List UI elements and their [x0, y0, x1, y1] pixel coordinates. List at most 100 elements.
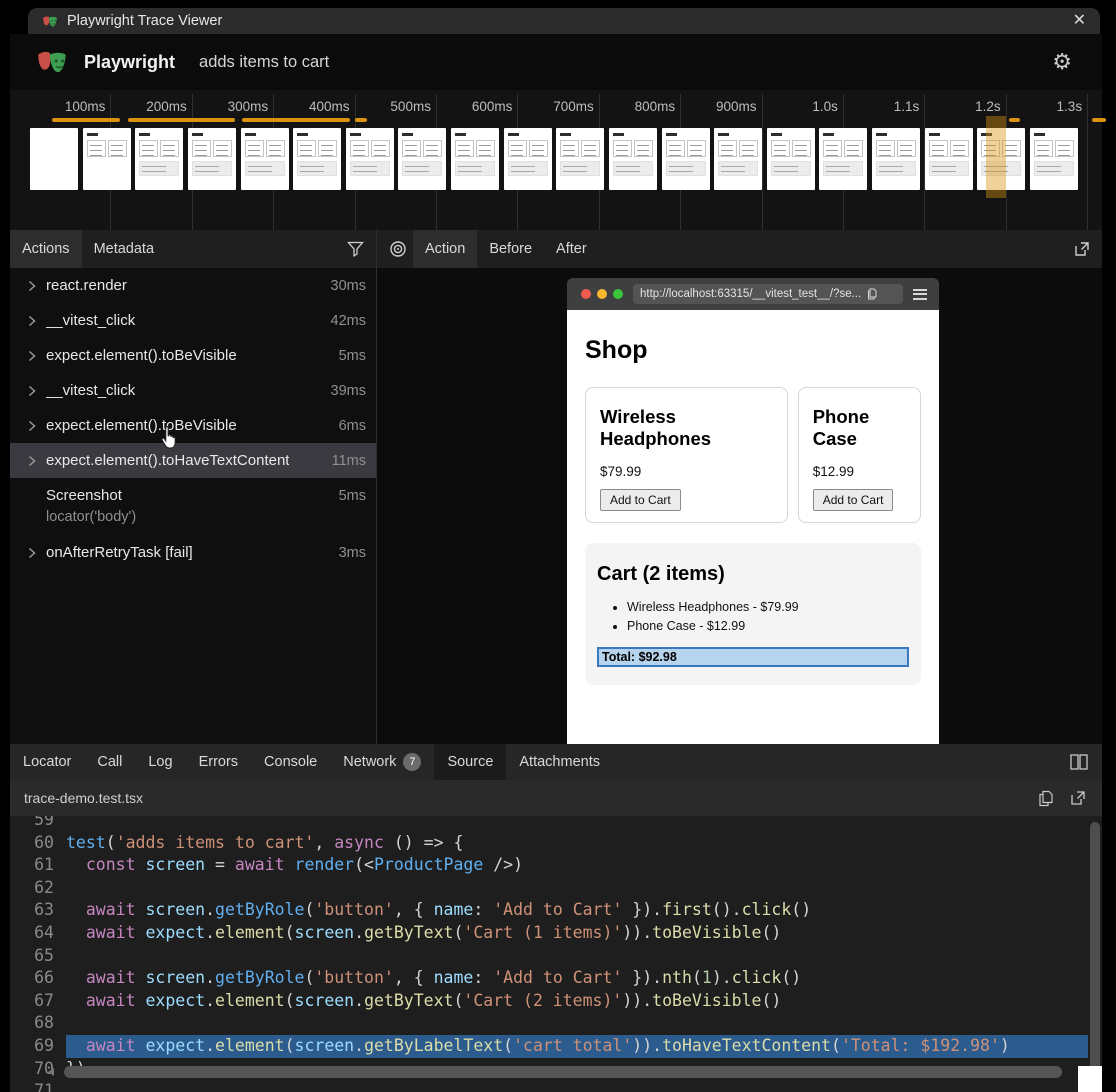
thumbnail-cards — [402, 140, 442, 157]
filmstrip-thumbnail[interactable] — [241, 128, 289, 190]
thumbnail-cart — [350, 161, 390, 176]
thumbnail-heading — [771, 133, 782, 136]
thumbnail-cart — [508, 161, 548, 176]
thumbnail-cards — [876, 140, 916, 157]
action-row[interactable]: __vitest_click39ms — [10, 373, 376, 408]
filmstrip-thumbnail[interactable] — [346, 128, 394, 190]
tab-before[interactable]: Before — [477, 230, 544, 268]
line-number: 59 — [10, 816, 66, 832]
product-price: $12.99 — [813, 464, 906, 479]
add-to-cart-button[interactable]: Add to Cart — [600, 489, 681, 511]
action-row[interactable]: expect.element().toHaveTextContent11ms — [10, 443, 376, 478]
tab-after[interactable]: After — [544, 230, 599, 268]
filmstrip-thumbnail[interactable] — [135, 128, 183, 190]
open-snapshot-external-icon[interactable] — [1074, 241, 1090, 257]
main-split: ActionsMetadata react.render30ms__vitest… — [10, 230, 1102, 744]
tab-network[interactable]: Network7 — [330, 744, 434, 780]
thumbnail-card — [771, 140, 790, 157]
horizontal-scrollbar[interactable] — [54, 1066, 1062, 1078]
timeline[interactable]: 100ms200ms300ms400ms500ms600ms700ms800ms… — [10, 90, 1102, 230]
snapshot-area: http://localhost:63315/__vitest_test__/?… — [377, 268, 1102, 744]
tab-metadata[interactable]: Metadata — [82, 230, 166, 268]
line-number: 71 — [10, 1080, 66, 1092]
thumbnail-heading — [139, 133, 150, 136]
add-to-cart-button[interactable]: Add to Cart — [813, 489, 894, 511]
filmstrip-thumbnail[interactable] — [398, 128, 446, 190]
code-text — [66, 945, 1102, 968]
line-number: 68 — [10, 1012, 66, 1035]
filmstrip-thumbnail[interactable] — [662, 128, 710, 190]
timeline-action-span — [355, 118, 367, 122]
action-row[interactable]: onAfterRetryTask [fail]3ms — [10, 535, 376, 570]
filmstrip-thumbnail[interactable] — [83, 128, 131, 190]
copy-source-icon[interactable] — [1038, 790, 1054, 807]
filmstrip-thumbnail[interactable] — [714, 128, 762, 190]
action-row[interactable]: Screenshot5ms — [10, 478, 376, 513]
filmstrip-thumbnail[interactable] — [872, 128, 920, 190]
gear-icon[interactable]: ⚙ — [1052, 51, 1072, 73]
open-source-external-icon[interactable] — [1070, 790, 1086, 806]
filter-icon[interactable] — [347, 241, 364, 257]
tab-log[interactable]: Log — [135, 744, 185, 780]
horizontal-scrollbar-thumb[interactable] — [64, 1066, 1062, 1078]
thumbnail-cards — [666, 140, 706, 157]
filmstrip-thumbnail[interactable] — [819, 128, 867, 190]
tab-actions[interactable]: Actions — [10, 230, 82, 268]
pick-locator-target-icon[interactable] — [389, 240, 407, 258]
filmstrip-thumbnail[interactable] — [556, 128, 604, 190]
thumbnail-cart — [876, 161, 916, 176]
filmstrip-thumbnail[interactable] — [1030, 128, 1078, 190]
chevron-right-icon — [24, 313, 40, 329]
close-icon[interactable]: ✕ — [1073, 13, 1086, 29]
vertical-scrollbar-thumb[interactable] — [1090, 822, 1100, 1078]
copy-url-icon[interactable] — [867, 288, 878, 300]
thumbnail-card — [844, 140, 863, 157]
cart-line-item: Phone Case - $12.99 — [627, 617, 909, 636]
filmstrip-thumbnail[interactable] — [188, 128, 236, 190]
action-label: react.render — [46, 277, 127, 294]
tab-locator[interactable]: Locator — [10, 744, 84, 780]
filmstrip-thumbnail[interactable] — [293, 128, 341, 190]
tab-call[interactable]: Call — [84, 744, 135, 780]
action-duration: 5ms — [339, 348, 366, 364]
tab-console[interactable]: Console — [251, 744, 330, 780]
filmstrip-thumbnail[interactable] — [451, 128, 499, 190]
action-row[interactable]: expect.element().toBeVisible5ms — [10, 338, 376, 373]
thumbnail-heading — [876, 133, 887, 136]
shop-heading: Shop — [585, 336, 921, 365]
timeline-filmstrip[interactable] — [30, 128, 1078, 192]
tab-label: Console — [264, 744, 317, 780]
thumbnail-card — [950, 140, 969, 157]
tab-errors[interactable]: Errors — [186, 744, 251, 780]
filmstrip-thumbnail[interactable] — [609, 128, 657, 190]
thumbnail-cards — [297, 140, 337, 157]
thumbnail-heading — [560, 133, 571, 136]
timeline-action-span — [1092, 118, 1106, 122]
tab-source[interactable]: Source — [434, 744, 506, 780]
action-row[interactable]: expect.element().toBeVisible6ms — [10, 408, 376, 443]
thumbnail-heading — [823, 133, 834, 136]
filmstrip-thumbnail[interactable] — [925, 128, 973, 190]
filmstrip-thumbnail[interactable] — [504, 128, 552, 190]
browser-menu-icon[interactable] — [913, 289, 927, 300]
filmstrip-thumbnail[interactable] — [767, 128, 815, 190]
code-line: 69 await expect.element(screen.getByLabe… — [10, 1035, 1102, 1058]
action-row[interactable]: __vitest_click42ms — [10, 303, 376, 338]
filmstrip-thumbnail[interactable] — [30, 128, 78, 190]
line-number: 62 — [10, 877, 66, 900]
scroll-left-arrow-icon[interactable] — [48, 1068, 54, 1076]
tab-attachments[interactable]: Attachments — [506, 744, 613, 780]
timeline-selection-band — [986, 116, 1006, 198]
code-line: 62 — [10, 877, 1102, 900]
split-view-icon[interactable] — [1070, 754, 1088, 770]
thumbnail-card — [371, 140, 390, 157]
line-number: 67 — [10, 990, 66, 1013]
product-price: $79.99 — [600, 464, 773, 479]
thumbnail-card — [213, 140, 232, 157]
action-row[interactable]: react.render30ms — [10, 268, 376, 303]
thumbnail-cart — [823, 161, 863, 176]
tab-action[interactable]: Action — [413, 230, 477, 268]
thumbnail-card — [823, 140, 842, 157]
code-line: 60test('adds items to cart', async () =>… — [10, 832, 1102, 855]
thumbnail-card — [266, 140, 285, 157]
